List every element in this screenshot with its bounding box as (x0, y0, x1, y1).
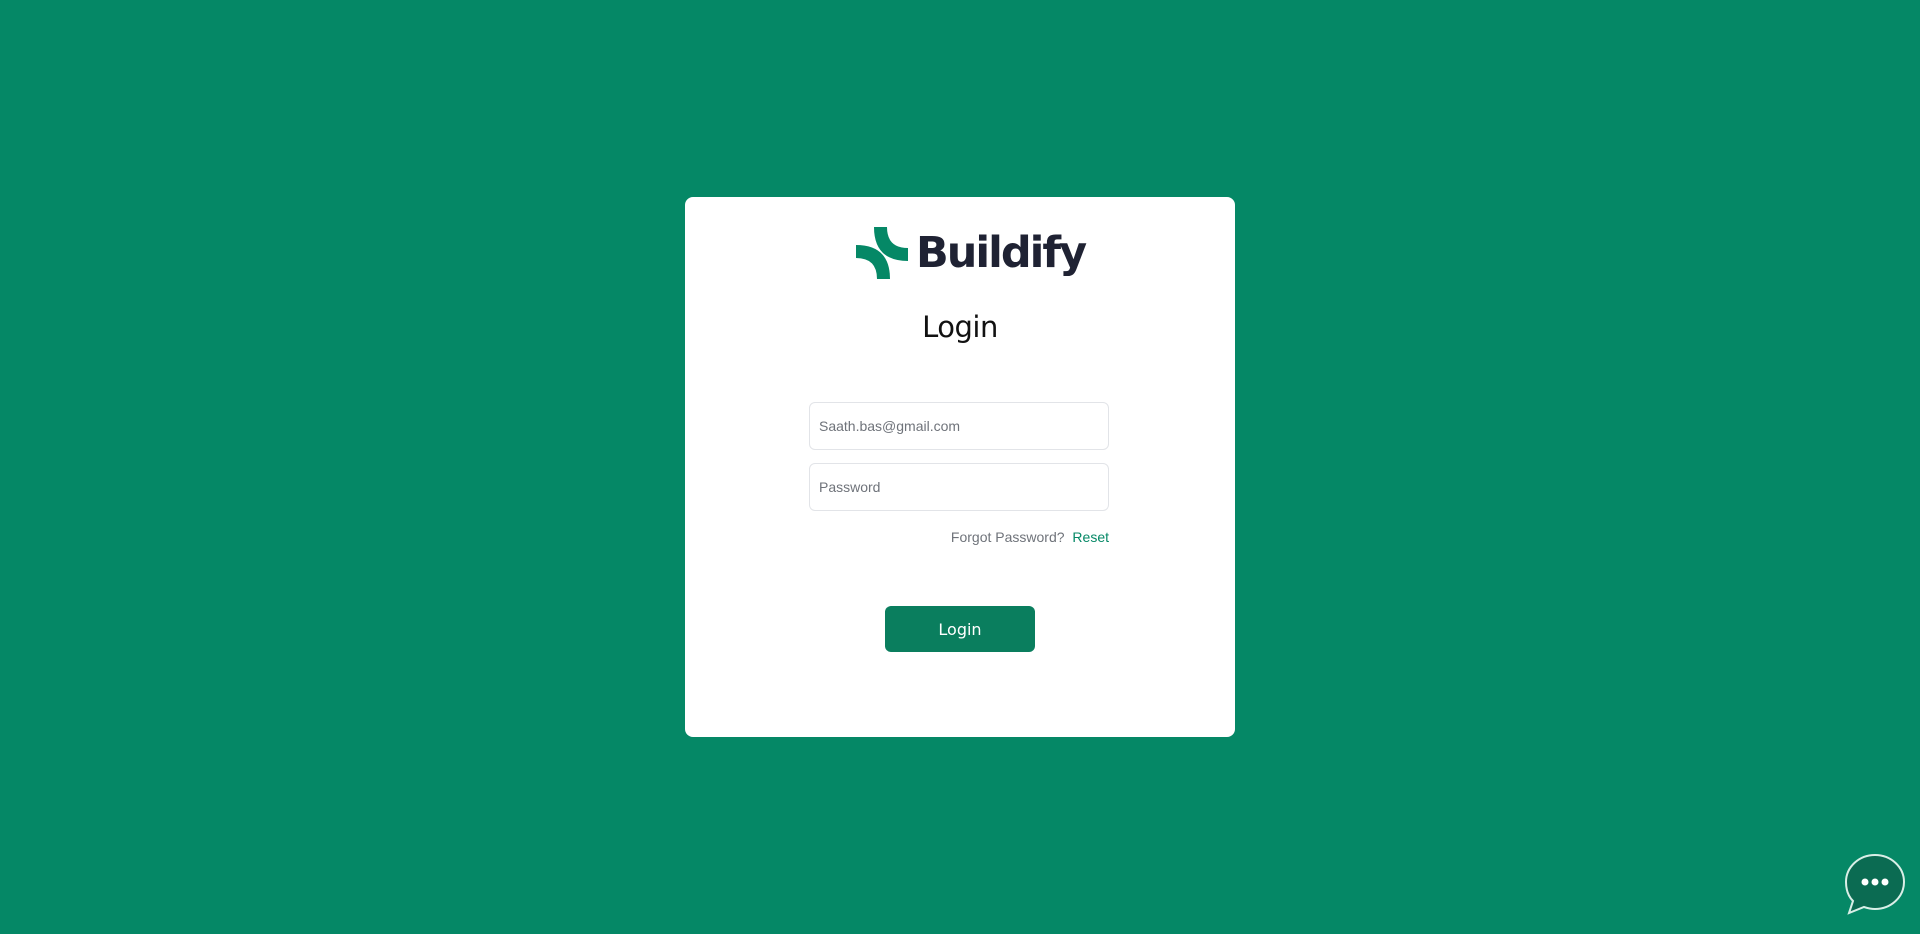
login-card: Buildify Login Forgot Password? Reset Lo… (685, 197, 1235, 737)
chat-bubble-icon (1844, 853, 1906, 915)
brand-name: Buildify (916, 228, 1087, 278)
buildify-logo-mark-icon (856, 227, 908, 279)
brand-logo: Buildify (856, 227, 1087, 279)
reset-password-link[interactable]: Reset (1072, 529, 1109, 545)
chat-widget-button[interactable] (1843, 852, 1907, 916)
login-button[interactable]: Login (885, 606, 1035, 652)
page-title: Login (922, 310, 998, 344)
login-page: Buildify Login Forgot Password? Reset Lo… (0, 0, 1920, 934)
forgot-password-label: Forgot Password? (950, 529, 1065, 545)
forgot-password-row: Forgot Password? Reset (951, 529, 1109, 545)
email-field[interactable] (809, 402, 1109, 450)
password-field[interactable] (809, 463, 1109, 511)
